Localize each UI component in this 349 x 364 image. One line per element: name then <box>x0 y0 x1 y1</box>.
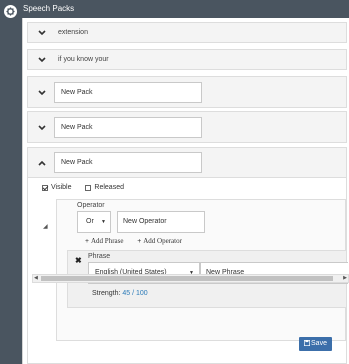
chevron-down-icon[interactable] <box>38 57 46 63</box>
operator-title: Operator <box>77 202 105 209</box>
pack-name-label: extension <box>58 29 88 36</box>
save-label: Save <box>311 340 327 347</box>
scroll-left-icon[interactable]: ◀ <box>34 275 38 282</box>
visible-checkbox[interactable] <box>42 184 48 191</box>
pack-row-new-pack-1[interactable]: New Pack <box>27 76 347 108</box>
pack-name-input[interactable]: New Pack <box>54 117 202 138</box>
strength-readout: Strength: 45 / 100 <box>92 290 148 297</box>
pack-row-new-pack-2[interactable]: New Pack <box>27 111 347 143</box>
collapse-operator-icon[interactable]: ◢ <box>43 223 48 230</box>
pack-name-input[interactable]: New Pack <box>54 82 202 103</box>
close-icon[interactable]: ✖ <box>75 256 82 265</box>
pack-name-input[interactable]: New Pack <box>54 152 202 173</box>
visible-label: Visible <box>51 184 72 191</box>
plus-icon: + <box>85 237 89 245</box>
gear-icon[interactable] <box>4 5 17 18</box>
chevron-down-icon[interactable] <box>38 30 46 36</box>
pack-expanded-panel: New Pack Visible Released ◢ Operator Or … <box>27 147 348 364</box>
scroll-right-icon[interactable]: ▶ <box>343 275 347 282</box>
add-phrase-label: Add Phrase <box>91 237 124 245</box>
sidebar <box>0 0 22 364</box>
plus-icon: + <box>137 237 142 245</box>
phrase-title: Phrase <box>88 253 111 260</box>
pack-row-if-you-know-your[interactable]: if you know your <box>27 49 347 70</box>
speech-packs-panel: extension if you know your New Pack New … <box>22 18 349 364</box>
pack-name-label: if you know your <box>58 56 109 63</box>
add-phrase-button[interactable]: + Add Phrase <box>85 237 123 245</box>
operator-actions: + Add Phrase + Add Operator <box>85 237 194 245</box>
scrollbar-thumb[interactable] <box>41 276 333 281</box>
strength-label: Strength: <box>92 290 121 297</box>
dropdown-caret-icon: ▼ <box>101 219 106 225</box>
operator-type-value: Or <box>86 218 94 225</box>
chevron-up-icon[interactable] <box>38 160 46 166</box>
chevron-down-icon[interactable] <box>38 125 46 131</box>
horizontal-scrollbar[interactable]: ◀ ▶ <box>32 274 349 283</box>
floppy-disk-icon <box>303 339 311 347</box>
save-button[interactable]: Save <box>299 337 332 351</box>
add-operator-button[interactable]: + Add Operator <box>137 237 182 245</box>
released-label: Released <box>94 184 124 191</box>
pack-row-new-pack-3[interactable]: New Pack <box>28 148 346 178</box>
operator-name-input[interactable]: New Operator <box>117 211 205 233</box>
window-title: Speech Packs <box>22 0 349 18</box>
add-operator-label: Add Operator <box>143 237 182 245</box>
pack-row-extension[interactable]: extension <box>27 22 347 43</box>
operator-panel: Operator Or ▼ New Operator + Add Phrase +… <box>56 199 348 341</box>
released-checkbox[interactable] <box>85 184 92 191</box>
pack-flags: Visible Released <box>42 184 124 191</box>
strength-value: 45 / 100 <box>122 290 148 297</box>
operator-type-select[interactable]: Or ▼ <box>77 211 111 233</box>
chevron-down-icon[interactable] <box>38 90 46 96</box>
